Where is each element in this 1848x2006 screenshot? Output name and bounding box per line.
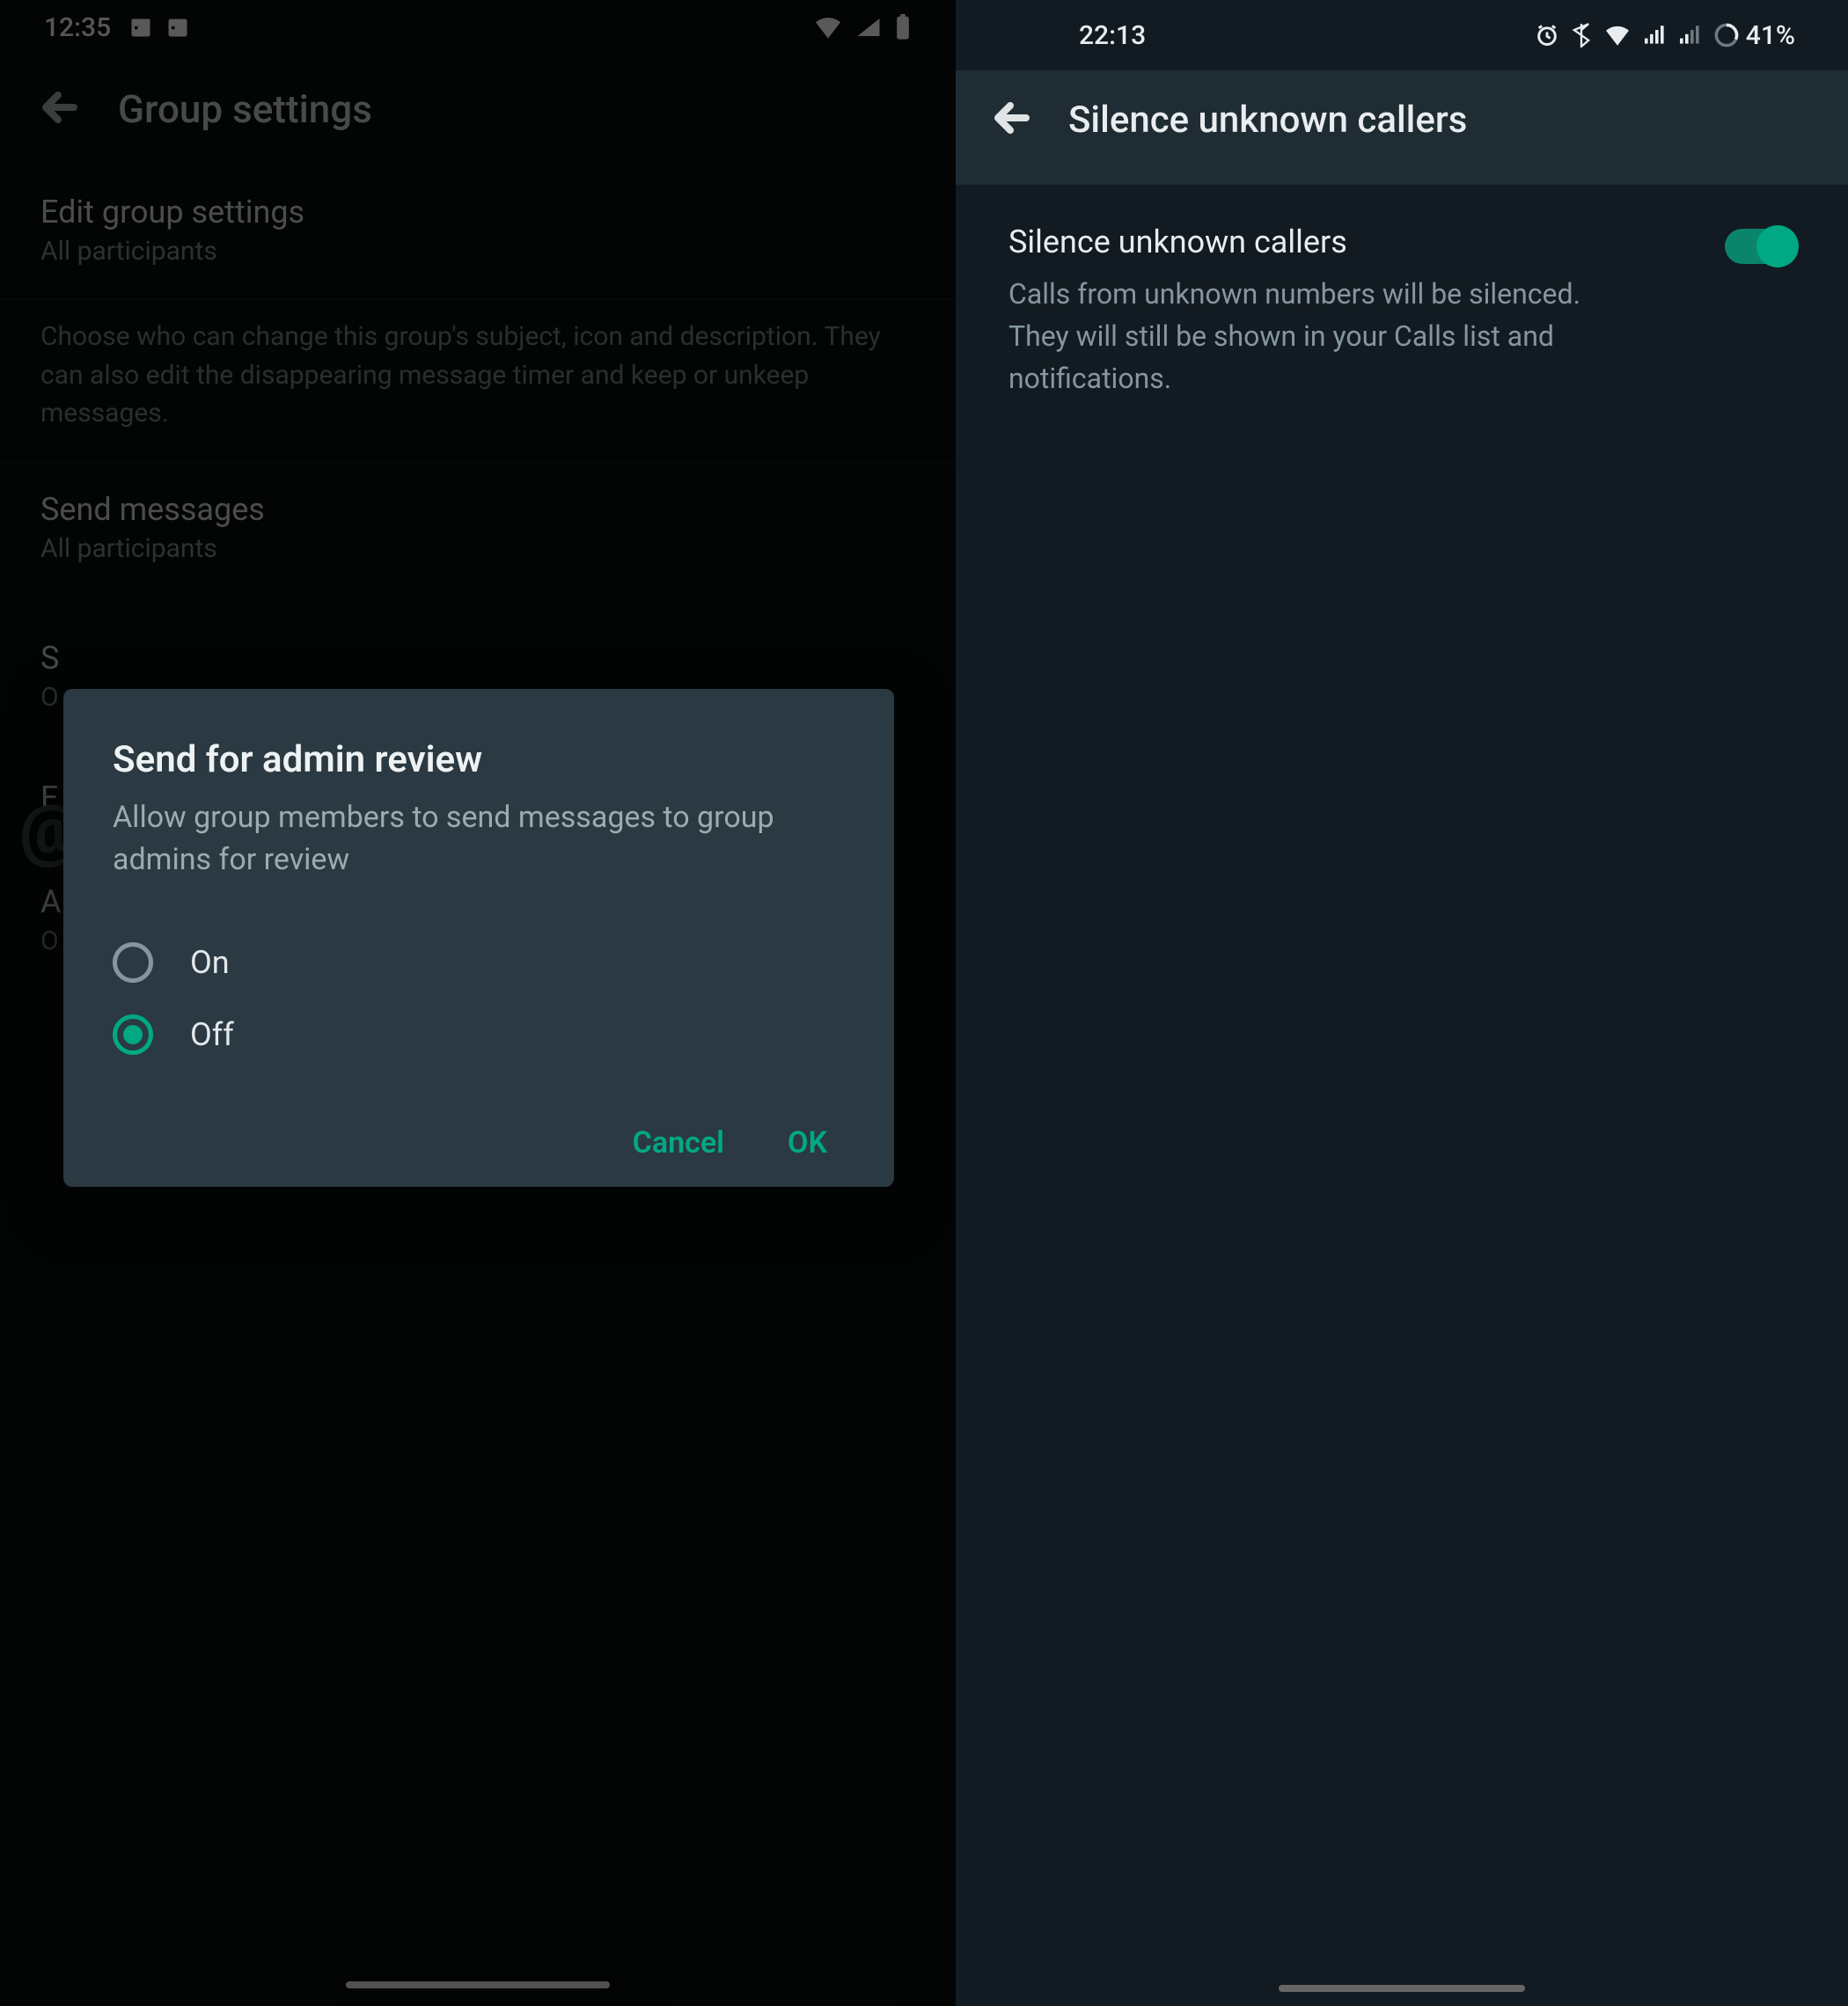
radio-label: Off <box>190 1016 234 1053</box>
radio-icon <box>113 1014 153 1055</box>
alarm-icon <box>1535 23 1559 48</box>
status-bar: 22:13 41% <box>956 0 1848 70</box>
screenshot-group-settings: 12:35 Group settings <box>0 0 956 2006</box>
calendar-icon <box>165 15 190 40</box>
app-bar: Silence unknown callers <box>956 70 1848 185</box>
setting-description: Choose who can change this group's subje… <box>0 300 956 465</box>
dialog-title: Send for admin review <box>113 738 845 781</box>
radio-option-off[interactable]: Off <box>113 999 845 1071</box>
battery-circle-icon <box>1714 23 1739 48</box>
setting-send-messages[interactable]: Send messages All participants <box>0 465 956 564</box>
cancel-button[interactable]: Cancel <box>633 1125 724 1160</box>
back-icon[interactable] <box>39 86 81 132</box>
radio-icon <box>113 942 153 983</box>
radio-option-on[interactable]: On <box>113 926 845 999</box>
radio-label: On <box>190 944 230 981</box>
status-time: 22:13 <box>1079 20 1146 51</box>
gesture-bar <box>1279 1985 1525 1992</box>
app-bar: Group settings <box>0 55 956 167</box>
battery-icon <box>894 14 912 40</box>
signal-icon <box>1644 25 1667 46</box>
back-icon[interactable] <box>991 97 1033 143</box>
setting-title: Silence unknown callers <box>1008 223 1690 260</box>
page-title: Group settings <box>118 86 372 132</box>
toggle-switch[interactable] <box>1725 229 1795 264</box>
calendar-icon <box>128 15 153 40</box>
switch-knob <box>1756 225 1799 267</box>
status-time: 12:35 <box>44 12 111 43</box>
wifi-icon <box>813 15 843 40</box>
setting-subtitle: All participants <box>40 533 915 564</box>
screenshot-silence-unknown: 22:13 41% <box>956 0 1848 2006</box>
dialog-admin-review: Send for admin review Allow group member… <box>63 689 894 1187</box>
signal-icon <box>855 15 882 40</box>
setting-title: Send messages <box>40 491 915 528</box>
ok-button[interactable]: OK <box>788 1125 827 1160</box>
bluetooth-icon <box>1572 23 1591 48</box>
setting-subtitle: All participants <box>40 236 915 267</box>
wifi-icon <box>1603 24 1632 47</box>
dialog-description: Allow group members to send messages to … <box>113 797 834 881</box>
setting-title: Edit group settings <box>40 194 915 231</box>
gesture-bar <box>346 1981 610 1988</box>
page-title: Silence unknown callers <box>1068 99 1467 142</box>
status-bar: 12:35 <box>0 0 956 55</box>
setting-edit-group[interactable]: Edit group settings All participants <box>0 167 956 300</box>
signal-icon <box>1679 25 1702 46</box>
battery-percent: 41% <box>1746 20 1795 51</box>
setting-description: Calls from unknown numbers will be silen… <box>1008 273 1642 399</box>
setting-silence-unknown[interactable]: Silence unknown callers Calls from unkno… <box>1008 223 1795 399</box>
